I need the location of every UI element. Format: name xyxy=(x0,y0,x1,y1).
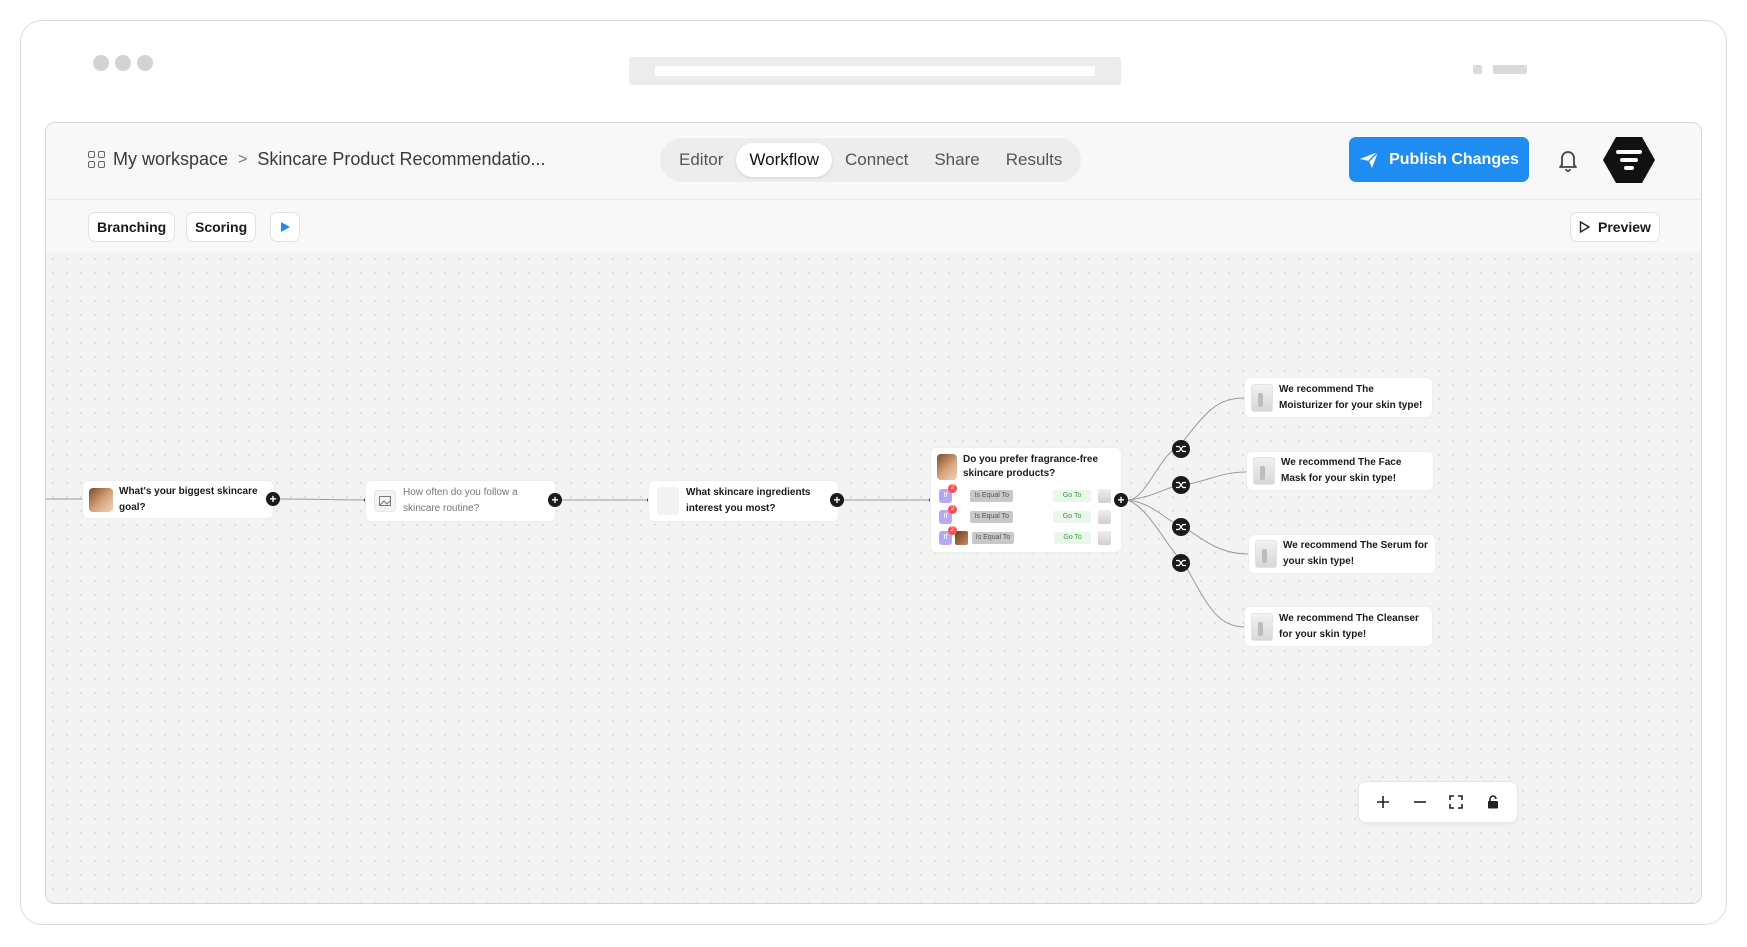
outcome-text: We recommend The Cleanser for your skin … xyxy=(1279,612,1419,640)
outcome-text: We recommend The Face Mask for your skin… xyxy=(1281,457,1402,484)
outcome-node-cleanser[interactable]: We recommend The Cleanser for your skin … xyxy=(1245,607,1432,646)
lock-icon[interactable] xyxy=(1481,790,1505,814)
outcome-text: We recommend The Moisturizer for your sk… xyxy=(1279,383,1423,411)
run-button[interactable] xyxy=(270,212,300,242)
publish-changes-label: Publish Changes xyxy=(1389,150,1519,168)
grid-icon[interactable] xyxy=(88,151,105,168)
question-text: How often do you follow a skincare routi… xyxy=(403,487,518,514)
product-thumbnail xyxy=(1255,540,1277,568)
project-title[interactable]: Skincare Product Recommendatio... xyxy=(257,149,545,170)
question-text: What's your biggest skincare goal? xyxy=(119,485,258,513)
condition-count-badge: 2 xyxy=(948,505,958,514)
operator-chip[interactable]: Is Equal To xyxy=(970,490,1014,502)
bell-icon[interactable] xyxy=(1556,147,1580,178)
question-text: What skincare ingredients interest you m… xyxy=(686,487,811,514)
workflow-canvas[interactable]: What's your biggest skincare goal? + How… xyxy=(46,252,1701,903)
shuffle-icon[interactable] xyxy=(1172,476,1190,494)
goto-chip[interactable]: Go To xyxy=(1053,490,1091,502)
breadcrumb-workspace[interactable]: My workspace xyxy=(113,149,228,170)
tab-results[interactable]: Results xyxy=(993,143,1076,177)
question-text: Do you prefer fragrance-free skincare pr… xyxy=(963,454,1099,479)
window-dot[interactable] xyxy=(115,55,131,71)
condition-count-badge: 2 xyxy=(948,484,958,493)
scoring-button[interactable]: Scoring xyxy=(186,212,257,242)
breadcrumb-separator: > xyxy=(238,150,248,168)
product-thumbnail xyxy=(1251,383,1273,412)
top-bar: My workspace > Skincare Product Recommen… xyxy=(46,123,1701,200)
if-condition-chip[interactable]: If 2 xyxy=(939,526,957,545)
fit-view-icon[interactable] xyxy=(1444,790,1468,814)
outcome-node-serum[interactable]: We recommend The Serum for your skin typ… xyxy=(1249,535,1435,573)
target-thumbnail xyxy=(1097,510,1111,524)
play-outline-icon xyxy=(1579,221,1590,233)
publish-changes-button[interactable]: Publish Changes xyxy=(1349,137,1529,182)
browser-extension-icon[interactable] xyxy=(1473,65,1482,74)
product-thumbnail xyxy=(1251,612,1273,641)
shuffle-icon[interactable] xyxy=(1172,518,1190,536)
send-icon xyxy=(1360,150,1379,168)
question-node-ingredients[interactable]: What skincare ingredients interest you m… xyxy=(649,481,838,521)
window-dot[interactable] xyxy=(93,55,109,71)
canvas-controls xyxy=(1359,782,1517,822)
outcome-node-moisturizer[interactable]: We recommend The Moisturizer for your sk… xyxy=(1245,378,1432,417)
question-image xyxy=(657,487,679,515)
if-condition-chip[interactable]: If 2 xyxy=(939,484,958,503)
address-bar[interactable] xyxy=(629,57,1121,85)
add-node-button[interactable]: + xyxy=(548,493,562,507)
if-condition-chip[interactable]: If 2 xyxy=(939,505,958,524)
app-window: My workspace > Skincare Product Recommen… xyxy=(45,122,1702,904)
shuffle-icon[interactable] xyxy=(1172,440,1190,458)
outcome-node-face-mask[interactable]: We recommend The Face Mask for your skin… xyxy=(1247,452,1433,490)
play-icon xyxy=(281,222,290,232)
goto-chip[interactable]: Go To xyxy=(1053,511,1091,523)
tab-connect[interactable]: Connect xyxy=(832,143,921,177)
branch-rule-row[interactable]: If 2 Is Equal To Go To xyxy=(939,526,1111,546)
branch-rule-row[interactable]: If 2 Is Equal To Go To xyxy=(939,505,1111,525)
breadcrumb: My workspace > Skincare Product Recommen… xyxy=(88,149,546,170)
tab-share[interactable]: Share xyxy=(921,143,992,177)
product-thumbnail xyxy=(1253,457,1275,485)
condition-count-badge: 2 xyxy=(947,526,957,535)
operator-chip[interactable]: Is Equal To xyxy=(970,511,1014,523)
outcome-text: We recommend The Serum for your skin typ… xyxy=(1283,540,1428,567)
shuffle-icon[interactable] xyxy=(1172,554,1190,572)
window-dot[interactable] xyxy=(137,55,153,71)
branching-node-header: Do you prefer fragrance-free skincare pr… xyxy=(937,453,1113,481)
operator-chip[interactable]: Is Equal To xyxy=(971,532,1015,544)
browser-menu-icon[interactable] xyxy=(1493,65,1527,74)
answer-thumbnail xyxy=(954,531,968,545)
tab-editor[interactable]: Editor xyxy=(666,143,736,177)
branching-button[interactable]: Branching xyxy=(88,212,176,242)
add-node-button[interactable]: + xyxy=(1114,493,1128,507)
window-controls xyxy=(93,55,153,71)
question-image xyxy=(89,487,113,512)
question-node-skincare-goal[interactable]: What's your biggest skincare goal? xyxy=(83,481,273,518)
preview-label: Preview xyxy=(1598,219,1651,235)
logo-icon[interactable] xyxy=(1603,136,1655,184)
minus-icon[interactable] xyxy=(1408,790,1432,814)
preview-button[interactable]: Preview xyxy=(1570,212,1660,242)
address-bar-field xyxy=(655,66,1095,76)
goto-chip[interactable]: Go To xyxy=(1054,532,1092,544)
tab-workflow[interactable]: Workflow xyxy=(736,143,833,177)
question-node-routine[interactable]: How often do you follow a skincare routi… xyxy=(366,481,555,521)
main-tabs: Editor Workflow Connect Share Results xyxy=(660,138,1082,182)
add-node-button[interactable]: + xyxy=(830,493,844,507)
question-image xyxy=(937,454,957,480)
branch-rule-row[interactable]: If 2 Is Equal To Go To xyxy=(939,484,1111,504)
add-node-button[interactable]: + xyxy=(266,492,280,506)
branching-node-fragrance[interactable]: Do you prefer fragrance-free skincare pr… xyxy=(931,448,1121,552)
image-icon xyxy=(374,490,396,512)
workflow-toolbar: Branching Scoring Preview xyxy=(46,200,1701,252)
target-thumbnail xyxy=(1097,489,1111,503)
plus-icon[interactable] xyxy=(1371,790,1395,814)
target-thumbnail xyxy=(1098,531,1111,545)
